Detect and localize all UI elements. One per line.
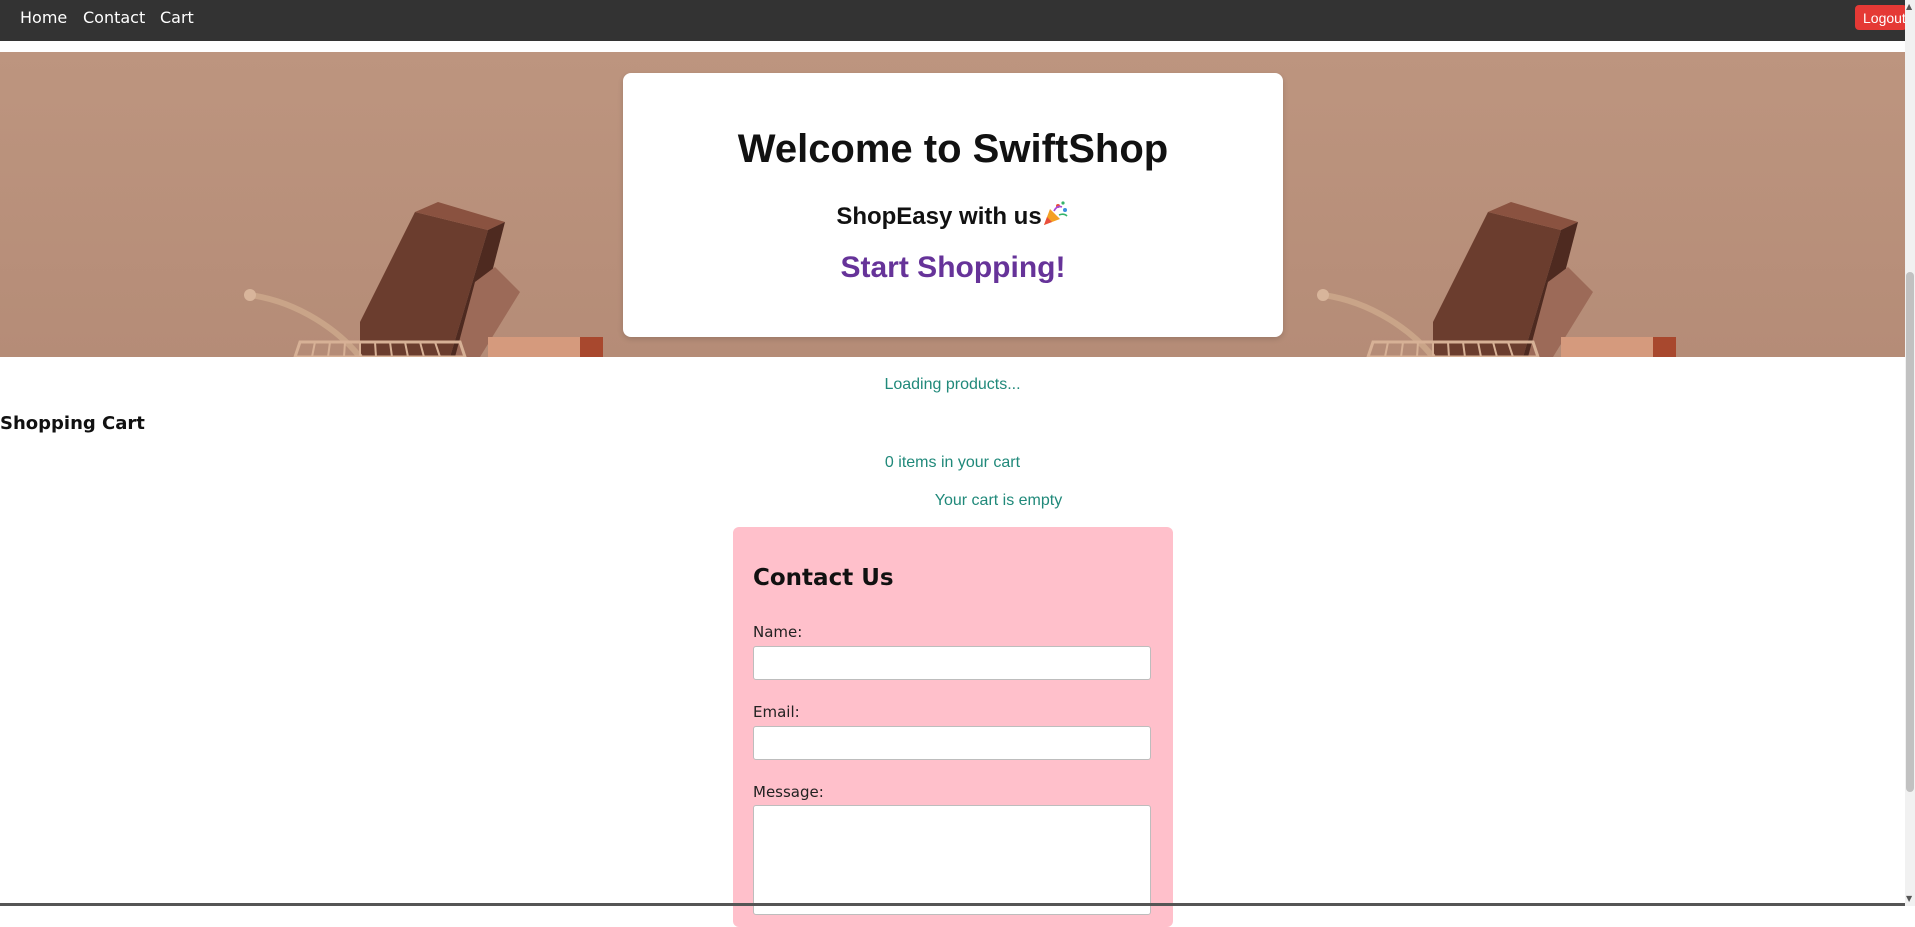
shopping-cart-illustration-right — [1293, 52, 1905, 357]
hero-subtitle-text: ShopEasy with us — [836, 203, 1042, 230]
loading-products-text: Loading products... — [884, 376, 1021, 393]
nav-home-link[interactable]: Home — [20, 0, 67, 36]
hero-card: Welcome to SwiftShop ShopEasy with us St… — [623, 73, 1283, 337]
vertical-scrollbar[interactable]: ▲ ▼ — [1905, 0, 1915, 906]
shopping-cart-heading: Shopping Cart — [0, 413, 145, 434]
name-label: Name: — [753, 623, 803, 641]
logout-button[interactable]: Logout — [1855, 5, 1907, 30]
contact-title: Contact Us — [753, 565, 894, 591]
contact-form: Contact Us Name: Email: Message: — [733, 527, 1173, 927]
scroll-down-arrow-icon[interactable]: ▼ — [1906, 894, 1912, 903]
party-popper-icon — [1042, 201, 1070, 227]
nav-contact-link[interactable]: Contact — [83, 0, 145, 36]
cart-empty-message: Your cart is empty — [934, 492, 1063, 509]
message-label: Message: — [753, 783, 824, 801]
top-navbar: Home Contact Cart — [0, 0, 1905, 41]
message-textarea[interactable] — [753, 805, 1151, 915]
start-shopping-link[interactable]: Start Shopping! — [623, 251, 1283, 285]
hero-title: Welcome to SwiftShop — [737, 127, 1169, 171]
nav-cart-link[interactable]: Cart — [160, 0, 194, 36]
scroll-up-arrow-icon[interactable]: ▲ — [1906, 2, 1912, 11]
cart-item-count: 0 items in your cart — [884, 454, 1021, 471]
email-input[interactable] — [753, 726, 1151, 760]
scrollbar-thumb[interactable] — [1906, 272, 1914, 792]
hero-subtitle: ShopEasy with us — [623, 201, 1283, 231]
email-label: Email: — [753, 703, 800, 721]
name-input[interactable] — [753, 646, 1151, 680]
